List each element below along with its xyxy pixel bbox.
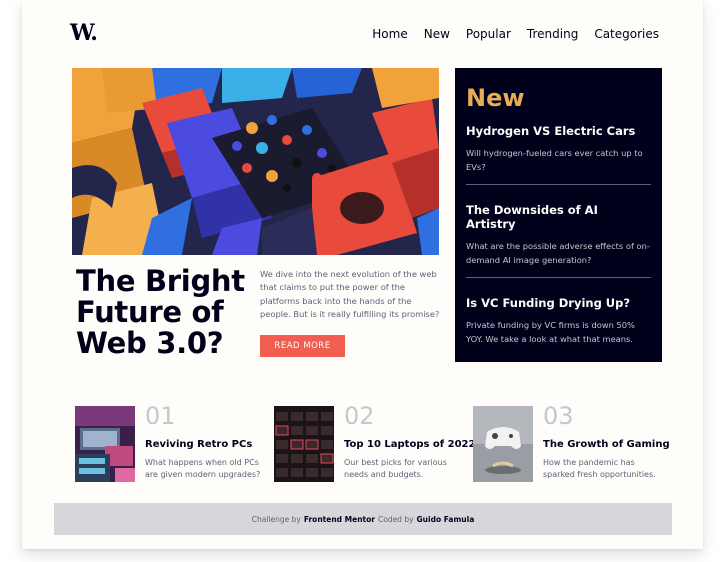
tile-desc: Our best picks for various needs and bud…	[344, 458, 447, 479]
attribution-footer: Challenge by Frontend Mentor Coded by Gu…	[54, 503, 672, 535]
new-item-desc: Will hydrogen-fueled cars ever catch up …	[466, 148, 643, 172]
article-tile[interactable]: 01 Reviving Retro PCs What happens when …	[75, 402, 265, 482]
tile-title[interactable]: Top 10 Laptops of 2022	[344, 439, 475, 450]
new-item-desc: Private funding by VC firms is down 50% …	[466, 320, 635, 344]
frontend-mentor-link[interactable]: Frontend Mentor	[304, 515, 375, 524]
new-item[interactable]: The Downsides of AI Artistry What are th…	[466, 203, 651, 278]
tile-title[interactable]: Reviving Retro PCs	[145, 439, 252, 450]
tile-number: 01	[145, 402, 176, 430]
laptop-keyboard-thumbnail	[274, 406, 334, 482]
nav-popular[interactable]: Popular	[466, 27, 511, 41]
new-item-title[interactable]: Is VC Funding Drying Up?	[466, 296, 651, 310]
tile-desc: How the pandemic has sparked fresh oppor…	[543, 458, 656, 479]
new-item[interactable]: Hydrogen VS Electric Cars Will hydrogen-…	[466, 124, 651, 185]
nav-new[interactable]: New	[424, 27, 450, 41]
page-card: W. Home New Popular Trending Categories	[22, 0, 703, 549]
nav-home[interactable]: Home	[372, 27, 407, 41]
nav-categories[interactable]: Categories	[594, 27, 659, 41]
new-item-title[interactable]: Hydrogen VS Electric Cars	[466, 124, 651, 138]
site-logo[interactable]: W.	[70, 20, 98, 46]
hero-image	[72, 68, 439, 255]
tile-number: 03	[543, 402, 574, 430]
footer-middle: Coded by	[377, 514, 414, 524]
new-item-title[interactable]: The Downsides of AI Artistry	[466, 203, 651, 231]
footer-prefix: Challenge by	[251, 514, 301, 524]
tile-title[interactable]: The Growth of Gaming	[543, 439, 670, 450]
read-more-button[interactable]: READ MORE	[260, 335, 345, 357]
new-item[interactable]: Is VC Funding Drying Up? Private funding…	[466, 296, 651, 356]
nav-trending[interactable]: Trending	[527, 27, 578, 41]
tile-number: 02	[344, 402, 375, 430]
author-link[interactable]: Guido Famula	[417, 515, 475, 524]
retro-pc-thumbnail	[75, 406, 135, 482]
hero-lede: We dive into the next evolution of the w…	[260, 269, 440, 320]
article-tile[interactable]: 02 Top 10 Laptops of 2022 Our best picks…	[274, 402, 475, 482]
main-nav: Home New Popular Trending Categories	[372, 27, 659, 41]
new-item-desc: What are the possible adverse effects of…	[466, 241, 650, 265]
new-panel-title: New	[466, 84, 525, 112]
gaming-controller-thumbnail	[473, 406, 533, 482]
new-panel: New Hydrogen VS Electric Cars Will hydro…	[455, 68, 662, 362]
article-tile[interactable]: 03 The Growth of Gaming How the pandemic…	[473, 402, 670, 482]
hero-headline: The Bright Future of Web 3.0?	[76, 264, 245, 360]
tile-desc: What happens when old PCs are given mode…	[145, 458, 261, 479]
